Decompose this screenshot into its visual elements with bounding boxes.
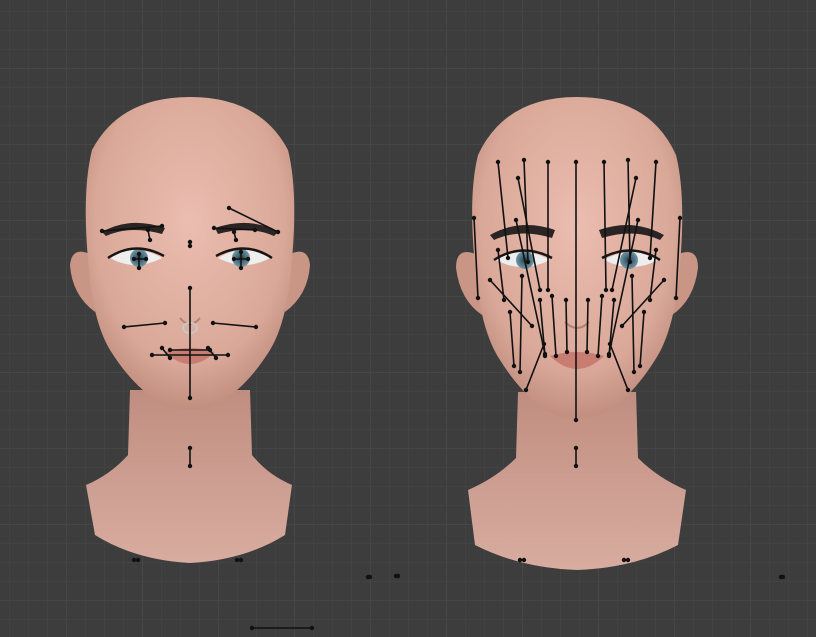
- neck-shoulders: [86, 390, 292, 563]
- stray-bones[interactable]: [131, 557, 786, 631]
- rig-bone[interactable]: [365, 574, 373, 580]
- head-model-left[interactable]: [70, 97, 310, 563]
- 3d-viewport[interactable]: [0, 0, 816, 637]
- rig-bone[interactable]: [234, 557, 244, 563]
- rig-bone[interactable]: [249, 625, 315, 631]
- head-model-right[interactable]: [456, 97, 698, 570]
- rig-bone[interactable]: [131, 557, 141, 563]
- viewport-scene[interactable]: [0, 0, 816, 637]
- rig-bone[interactable]: [393, 573, 401, 579]
- rig-bone[interactable]: [778, 574, 786, 580]
